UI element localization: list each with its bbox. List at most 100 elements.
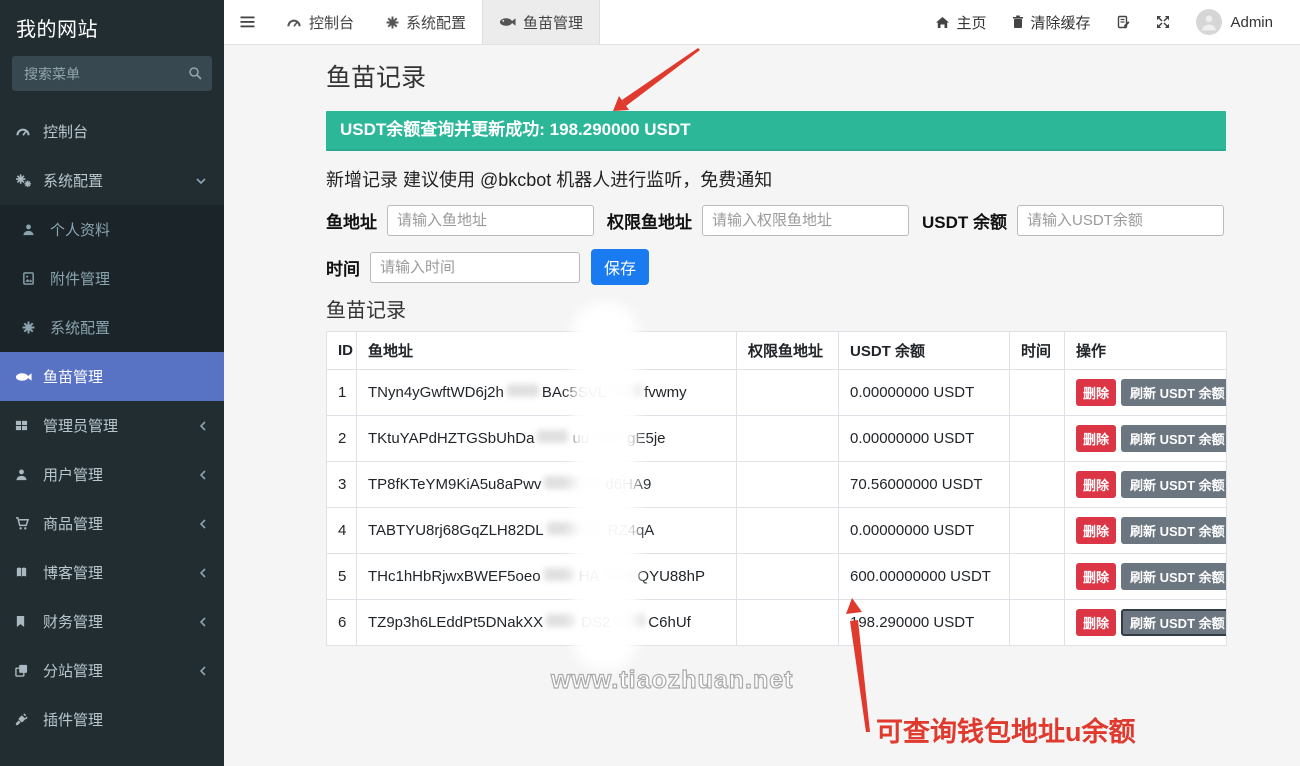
table-row: 5THc1hHbRjwxBWEF5oeoHAQYU88hP600.0000000… xyxy=(327,554,1227,600)
usdt-balance-input[interactable] xyxy=(1017,205,1224,236)
fish-address-input[interactable] xyxy=(387,205,594,236)
field-label-fish-address: 鱼地址 xyxy=(326,208,377,233)
save-button[interactable]: 保存 xyxy=(591,249,649,285)
cell-usdt-balance: 0.00000000 USDT xyxy=(839,508,1010,554)
delete-button[interactable]: 删除 xyxy=(1076,471,1116,498)
column-header: ID xyxy=(327,332,357,370)
avatar xyxy=(1196,9,1222,35)
sidebar-item-label: 分站管理 xyxy=(43,660,103,681)
cell-actions: 删除刷新 USDT 余额 xyxy=(1065,508,1227,554)
table-title: 鱼苗记录 xyxy=(326,294,1226,323)
sidebar-item-system-config[interactable]: 系统配置 xyxy=(0,156,224,205)
refresh-usdt-button[interactable]: 刷新 USDT 余额 xyxy=(1121,609,1226,636)
sidebar-item-console[interactable]: 控制台 xyxy=(0,107,224,156)
field-label-perm-address: 权限鱼地址 xyxy=(607,208,692,233)
gear-icon xyxy=(22,321,46,334)
cell-time xyxy=(1010,416,1065,462)
sidebar-item-goods-management[interactable]: 商品管理 xyxy=(0,499,224,548)
time-input[interactable] xyxy=(370,252,580,283)
cell-usdt-balance: 0.00000000 USDT xyxy=(839,416,1010,462)
book-icon xyxy=(15,566,39,579)
delete-button[interactable]: 删除 xyxy=(1076,379,1116,406)
sidebar-item-profile[interactable]: 个人资料 xyxy=(0,205,224,254)
cell-actions: 删除刷新 USDT 余额 xyxy=(1065,416,1227,462)
sidebar-item-label: 控制台 xyxy=(43,121,88,142)
cell-actions: 删除刷新 USDT 余额 xyxy=(1065,554,1227,600)
sidebar-item-attachments[interactable]: 附件管理 xyxy=(0,254,224,303)
censored-text xyxy=(544,476,602,489)
column-header: 权限鱼地址 xyxy=(737,332,839,370)
sidebar-item-finance-management[interactable]: 财务管理 xyxy=(0,597,224,646)
sidebar-item-system-config-sub[interactable]: 系统配置 xyxy=(0,303,224,352)
dashboard-icon xyxy=(286,16,302,29)
fullscreen-button[interactable] xyxy=(1143,0,1183,44)
sidebar-item-label: 管理员管理 xyxy=(43,415,118,436)
sidebar-item-label: 鱼苗管理 xyxy=(43,366,103,387)
cell-perm-address xyxy=(737,554,839,600)
refresh-usdt-button[interactable]: 刷新 USDT 余额 xyxy=(1121,471,1226,498)
sidebar-item-user-management[interactable]: 用户管理 xyxy=(0,450,224,499)
chevron-left-icon xyxy=(200,617,206,627)
cell-id: 4 xyxy=(327,508,357,554)
sidebar-item-label: 博客管理 xyxy=(43,562,103,583)
gear-icon xyxy=(386,16,399,29)
chevron-down-icon xyxy=(196,178,206,184)
fish-icon xyxy=(499,16,516,28)
perm-address-input[interactable] xyxy=(702,205,909,236)
home-link[interactable]: 主页 xyxy=(922,0,999,44)
fish-records-table: ID鱼地址权限鱼地址USDT 余额时间操作 1TNyn4yGwftWD6j2hB… xyxy=(326,331,1227,646)
logs-icon xyxy=(1116,15,1130,29)
sidebar-item-label: 用户管理 xyxy=(43,464,103,485)
delete-button[interactable]: 删除 xyxy=(1076,609,1116,636)
cell-time xyxy=(1010,370,1065,416)
chevron-left-icon xyxy=(200,421,206,431)
logs-button[interactable] xyxy=(1103,0,1143,44)
refresh-usdt-button[interactable]: 刷新 USDT 余额 xyxy=(1121,517,1226,544)
user-icon xyxy=(15,468,39,481)
sidebar-item-admin-management[interactable]: 管理员管理 xyxy=(0,401,224,450)
sidebar-search xyxy=(12,56,212,91)
column-header: 操作 xyxy=(1065,332,1227,370)
censored-text xyxy=(547,522,605,535)
censored-text xyxy=(544,568,576,581)
cell-id: 6 xyxy=(327,600,357,646)
sidebar-item-fish-management[interactable]: 鱼苗管理 xyxy=(0,352,224,401)
censored-text xyxy=(537,430,569,443)
tab-console[interactable]: 控制台 xyxy=(270,0,370,44)
delete-button[interactable]: 删除 xyxy=(1076,563,1116,590)
cell-perm-address xyxy=(737,508,839,554)
table-row: 2TKtuYAPdHZTGSbUhDauugE5je0.00000000 USD… xyxy=(327,416,1227,462)
sidebar-search-input[interactable] xyxy=(12,56,212,91)
refresh-usdt-button[interactable]: 刷新 USDT 余额 xyxy=(1121,379,1226,406)
table-row: 3TP8fKTeYM9KiA5u8aPwvd6HA970.56000000 US… xyxy=(327,462,1227,508)
gears-icon xyxy=(15,173,39,188)
form-row-1: 鱼地址 权限鱼地址 USDT 余额 xyxy=(326,205,1226,236)
refresh-usdt-button[interactable]: 刷新 USDT 余额 xyxy=(1121,425,1226,452)
cell-fish-address: THc1hHbRjwxBWEF5oeoHAQYU88hP xyxy=(357,554,737,600)
tab-fish-management[interactable]: 鱼苗管理 xyxy=(482,0,600,44)
refresh-usdt-button[interactable]: 刷新 USDT 余额 xyxy=(1121,563,1226,590)
bookmark-icon xyxy=(15,615,39,628)
annotation-text: 可查询钱包地址u余额 xyxy=(876,710,1136,749)
user-menu[interactable]: Admin xyxy=(1183,0,1286,44)
watermark: www.tiaozhuan.net xyxy=(551,666,793,695)
sidebar-menu: 控制台系统配置个人资料附件管理系统配置鱼苗管理管理员管理用户管理商品管理博客管理… xyxy=(0,107,224,744)
hamburger-icon[interactable] xyxy=(224,0,270,44)
censored-text xyxy=(609,384,641,397)
chevron-left-icon xyxy=(200,519,206,529)
chevron-left-icon xyxy=(200,568,206,578)
topbar: 控制台系统配置鱼苗管理 主页 清除缓存 Admin xyxy=(224,0,1300,45)
delete-button[interactable]: 删除 xyxy=(1076,517,1116,544)
cell-time xyxy=(1010,508,1065,554)
cell-usdt-balance: 0.00000000 USDT xyxy=(839,370,1010,416)
tab-system-config[interactable]: 系统配置 xyxy=(370,0,482,44)
cell-time xyxy=(1010,600,1065,646)
sidebar-item-blog-management[interactable]: 博客管理 xyxy=(0,548,224,597)
site-title: 我的网站 xyxy=(0,0,224,52)
sidebar-item-plugin-management[interactable]: 插件管理 xyxy=(0,695,224,744)
sidebar-item-subsite-management[interactable]: 分站管理 xyxy=(0,646,224,695)
censored-text xyxy=(613,614,645,627)
clear-cache-link[interactable]: 清除缓存 xyxy=(999,0,1103,44)
cell-fish-address: TKtuYAPdHZTGSbUhDauugE5je xyxy=(357,416,737,462)
delete-button[interactable]: 删除 xyxy=(1076,425,1116,452)
